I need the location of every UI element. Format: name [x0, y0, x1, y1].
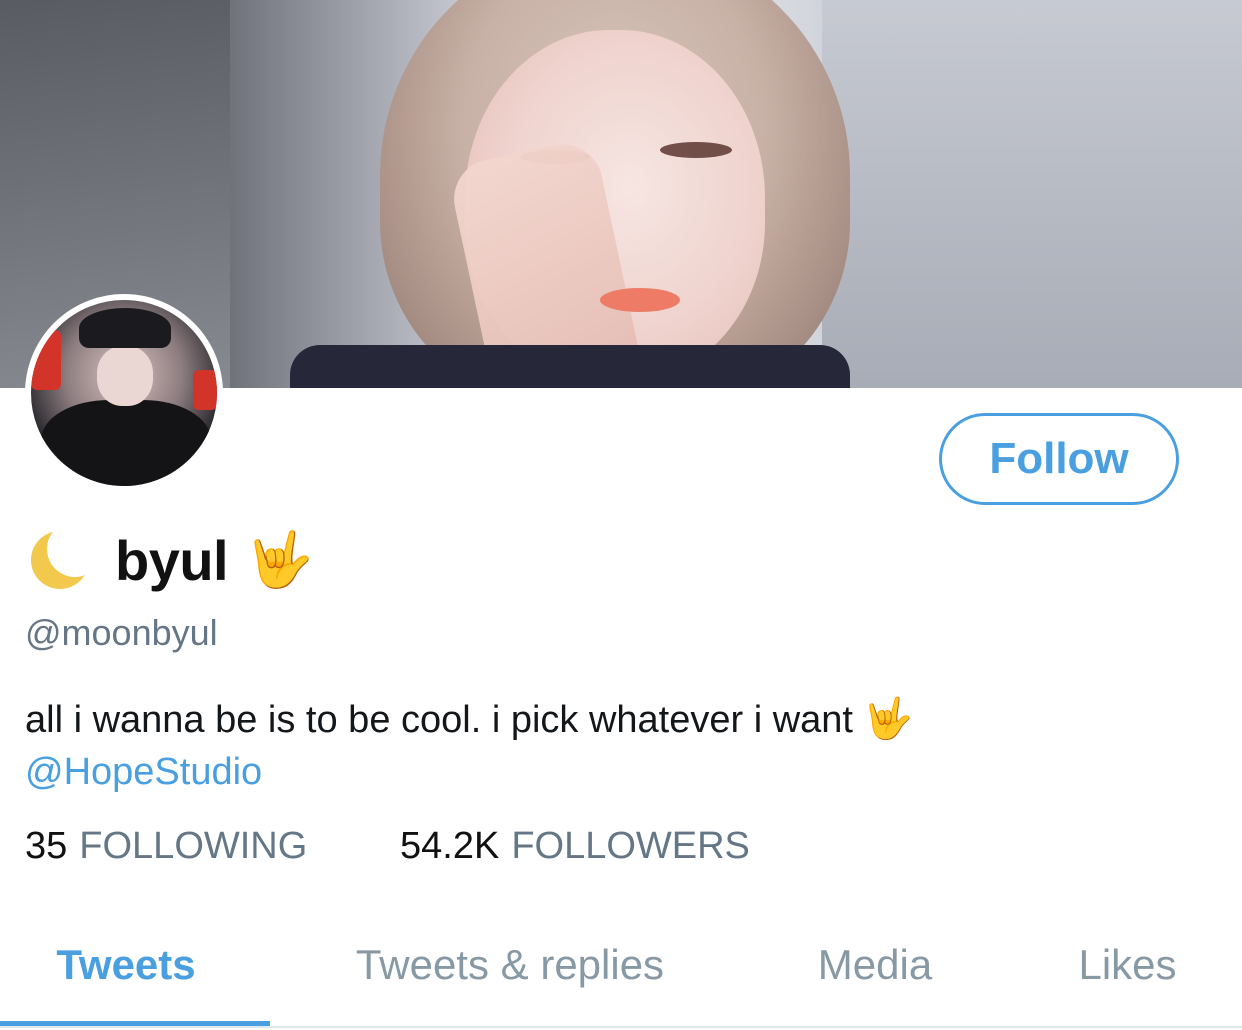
display-name: byul	[115, 528, 229, 592]
profile-stats: 35 FOLLOWING 54.2K FOLLOWERS	[25, 825, 750, 868]
sign-of-horns-icon: 🤟	[246, 528, 314, 591]
profile-bio: all i wanna be is to be cool. i pick wha…	[25, 693, 1215, 798]
following-count: 35	[25, 825, 68, 867]
bio-mention-link[interactable]: @HopeStudio	[25, 746, 1215, 798]
bio-text: all i wanna be is to be cool. i pick wha…	[25, 699, 853, 741]
profile-name-row: byul 🤟	[25, 521, 314, 595]
followers-count: 54.2K	[400, 825, 500, 867]
profile-handle: @moonbyul	[25, 612, 218, 653]
profile-tabs: Tweets Tweets & replies Media Likes	[0, 905, 1242, 1030]
follow-button[interactable]: Follow	[939, 413, 1179, 505]
tab-tweets[interactable]: Tweets	[0, 905, 252, 1025]
avatar[interactable]	[25, 294, 223, 492]
tab-likes[interactable]: Likes	[1040, 905, 1215, 1025]
following-label: FOLLOWING	[79, 825, 308, 867]
crescent-moon-icon	[25, 521, 103, 595]
tab-media[interactable]: Media	[780, 905, 970, 1025]
sign-of-horns-icon: 🤟	[862, 696, 913, 742]
tab-tweets-and-replies[interactable]: Tweets & replies	[300, 905, 720, 1025]
followers-label: FOLLOWERS	[511, 825, 750, 867]
tabs-divider	[0, 1026, 1242, 1028]
following-stat[interactable]: 35 FOLLOWING	[25, 825, 400, 868]
followers-stat[interactable]: 54.2K FOLLOWERS	[400, 825, 750, 868]
